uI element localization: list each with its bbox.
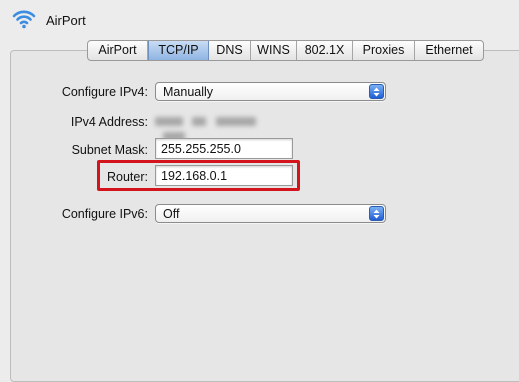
window-title: AirPort	[46, 13, 86, 28]
tab-wins[interactable]: WINS	[251, 41, 297, 60]
tab-proxies[interactable]: Proxies	[353, 41, 415, 60]
tab-dns[interactable]: DNS	[209, 41, 251, 60]
configure-ipv4-popup[interactable]: Manually	[155, 82, 386, 101]
subnet-mask-value: 255.255.255.0	[161, 142, 241, 156]
tab-airport[interactable]: AirPort	[88, 41, 148, 60]
popup-arrows-icon	[369, 206, 384, 221]
router-field[interactable]: 192.168.0.1	[155, 165, 293, 186]
configure-ipv6-popup[interactable]: Off	[155, 204, 386, 223]
wifi-icon	[12, 10, 36, 29]
tab-ethernet[interactable]: Ethernet	[415, 41, 483, 60]
configure-ipv4-value: Manually	[163, 85, 214, 99]
configure-ipv6-value: Off	[163, 207, 180, 221]
router-value: 192.168.0.1	[161, 169, 228, 183]
popup-arrows-icon	[369, 84, 384, 99]
subnet-mask-label: Subnet Mask:	[71, 143, 148, 157]
ipv4-address-value-obscured	[155, 114, 287, 141]
tab-bar: AirPort TCP/IP DNS WINS 802.1X Proxies E…	[87, 40, 484, 61]
subnet-mask-field[interactable]: 255.255.255.0	[155, 138, 293, 159]
configure-ipv6-label: Configure IPv6:	[61, 207, 148, 221]
ipv4-address-label: IPv4 Address:	[70, 115, 148, 129]
router-label: Router:	[107, 170, 148, 184]
tab-8021x[interactable]: 802.1X	[297, 41, 353, 60]
configure-ipv4-label: Configure IPv4:	[61, 85, 148, 99]
tab-tcpip[interactable]: TCP/IP	[148, 41, 209, 60]
